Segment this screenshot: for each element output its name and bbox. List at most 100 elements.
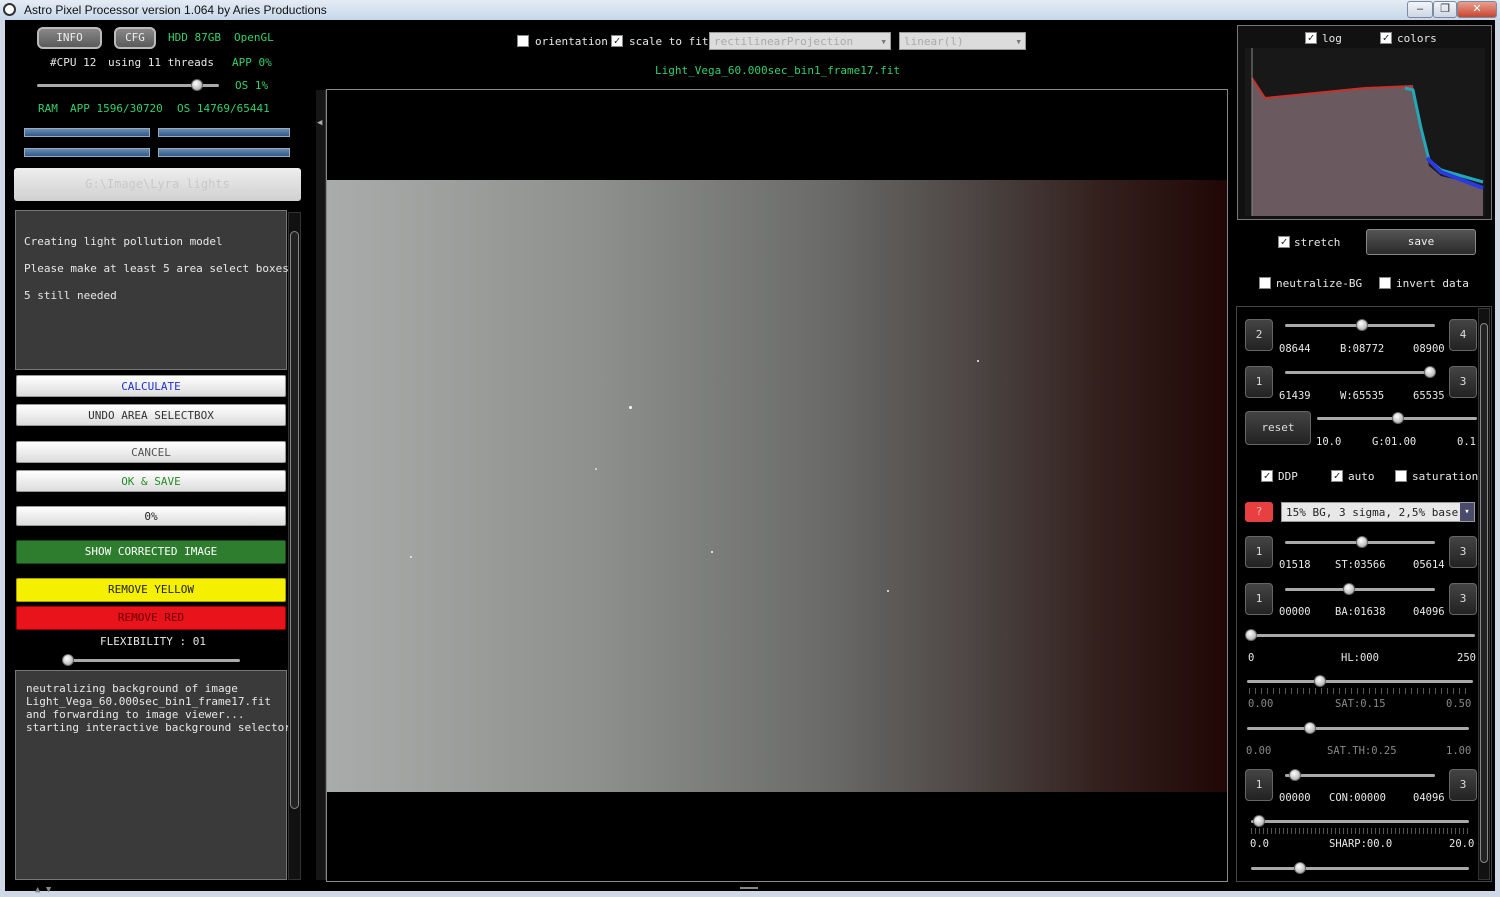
remove-red-button[interactable]: REMOVE RED — [16, 606, 286, 630]
viewer-resize-handle[interactable] — [740, 887, 758, 889]
hl-slider-knob[interactable] — [1245, 629, 1257, 641]
maximize-button[interactable]: ❐ — [1433, 1, 1457, 18]
preset-help-button[interactable]: ? — [1245, 502, 1273, 522]
sat-slider-knob[interactable] — [1314, 675, 1326, 687]
sharp-max: 20.0 — [1449, 838, 1475, 850]
show-corrected-button[interactable]: SHOW CORRECTED IMAGE — [16, 540, 286, 564]
log-checkbox[interactable]: ✓ — [1305, 32, 1317, 44]
image-viewer[interactable] — [326, 89, 1228, 882]
message-line: Please make at least 5 area select boxes — [24, 262, 289, 275]
load-bar — [158, 128, 290, 137]
collapse-left-icon[interactable]: ◀ — [317, 118, 322, 128]
w-increment-button[interactable]: 3 — [1449, 366, 1477, 398]
sat-slider[interactable] — [1247, 680, 1473, 683]
minimize-button[interactable]: – — [1407, 1, 1433, 18]
projection-select[interactable]: rectilinearProjection ▾ — [709, 32, 891, 50]
scale-to-fit-checkbox[interactable]: ✓ — [611, 35, 623, 47]
st-increment-button[interactable]: 3 — [1449, 536, 1477, 568]
undo-selectbox-button[interactable]: UNDO AREA SELECTBOX — [16, 404, 286, 426]
extra-slider[interactable] — [1251, 867, 1469, 870]
left-scrollbar[interactable] — [288, 212, 301, 880]
ba-slider-knob[interactable] — [1343, 583, 1355, 595]
stretch-checkbox[interactable]: ✓ — [1278, 236, 1290, 248]
reset-button[interactable]: reset — [1245, 411, 1311, 445]
con-value: CON:00000 — [1329, 792, 1386, 804]
g-slider-knob[interactable] — [1392, 412, 1404, 424]
flexibility-slider[interactable] — [63, 659, 240, 662]
collapse-arrows-icon[interactable]: ▲ ▼ — [35, 885, 51, 895]
sharp-min: 0.0 — [1250, 838, 1269, 850]
sat-th-slider-knob[interactable] — [1304, 722, 1316, 734]
neutralize-bg-checkbox[interactable] — [1259, 277, 1271, 289]
ok-save-button[interactable]: OK & SAVE — [16, 470, 286, 492]
cpu-count: #CPU 12 — [50, 56, 97, 69]
orientation-checkbox[interactable] — [517, 35, 529, 47]
ba-increment-button[interactable]: 3 — [1449, 583, 1477, 615]
sat-min: 0.00 — [1248, 698, 1274, 710]
ddp-preset-select[interactable]: 15% BG, 3 sigma, 2,5% base ▾ — [1281, 502, 1475, 522]
auto-label: auto — [1348, 470, 1375, 483]
con-slider-knob[interactable] — [1289, 769, 1301, 781]
viewer-splitter[interactable]: ◀ — [316, 90, 326, 880]
right-scrollbar[interactable] — [1478, 308, 1490, 880]
con-decrement-button[interactable]: 1 — [1245, 769, 1273, 801]
title-bar: Astro Pixel Processor version 1.064 by A… — [0, 0, 1500, 20]
scale-to-fit-label: scale to fit — [629, 35, 709, 48]
stretch-label: stretch — [1294, 236, 1341, 249]
sat-max: 0.50 — [1446, 698, 1472, 710]
sat-th-min: 0.00 — [1246, 745, 1272, 757]
b-decrement-button[interactable]: 2 — [1245, 319, 1273, 351]
auto-checkbox[interactable]: ✓ — [1331, 470, 1343, 482]
st-slider-knob[interactable] — [1356, 536, 1368, 548]
hl-value: HL:000 — [1341, 652, 1379, 664]
sharp-slider[interactable] — [1251, 820, 1469, 823]
saturation-label: saturation — [1412, 470, 1479, 483]
st-decrement-button[interactable]: 1 — [1245, 536, 1273, 568]
tab-info[interactable]: INFO — [37, 27, 102, 49]
histogram-panel: ✓ log ✓ colors — [1237, 25, 1492, 220]
scroll-thumb[interactable] — [290, 231, 299, 809]
threads-label: using 11 threads — [108, 56, 214, 69]
flexibility-slider-knob[interactable] — [62, 654, 74, 666]
hl-slider[interactable] — [1247, 634, 1475, 637]
sat-th-slider[interactable] — [1247, 727, 1469, 730]
remove-yellow-button[interactable]: REMOVE YELLOW — [16, 578, 286, 602]
hl-min: 0 — [1248, 652, 1255, 664]
colors-checkbox[interactable]: ✓ — [1380, 32, 1392, 44]
star — [711, 551, 713, 553]
con-increment-button[interactable]: 3 — [1449, 769, 1477, 801]
stretch-mode-select[interactable]: linear(l) ▾ — [899, 32, 1026, 50]
b-increment-button[interactable]: 4 — [1449, 319, 1477, 351]
w-slider[interactable] — [1285, 371, 1435, 374]
w-decrement-button[interactable]: 1 — [1245, 366, 1273, 398]
con-slider[interactable] — [1285, 774, 1435, 777]
log-line: neutralizing background of image — [26, 682, 238, 695]
sat-value: SAT:0.15 — [1335, 698, 1386, 710]
ba-slider[interactable] — [1285, 588, 1435, 591]
close-button[interactable]: ✕ — [1457, 1, 1497, 18]
w-slider-knob[interactable] — [1424, 366, 1436, 378]
b-slider-knob[interactable] — [1356, 319, 1368, 331]
save-button[interactable]: save — [1366, 229, 1476, 255]
tab-cfg[interactable]: CFG — [114, 27, 156, 49]
cancel-button[interactable]: CANCEL — [16, 441, 286, 463]
saturation-checkbox[interactable] — [1395, 470, 1407, 482]
sharp-slider-knob[interactable] — [1253, 815, 1265, 827]
ddp-checkbox[interactable]: ✓ — [1261, 470, 1273, 482]
ba-decrement-button[interactable]: 1 — [1245, 583, 1273, 615]
g-max: 0.1 — [1457, 436, 1476, 448]
sharp-ticks — [1251, 828, 1469, 834]
w-max: 65535 — [1413, 390, 1445, 402]
ram-os: OS 14769/65441 — [177, 102, 270, 115]
path-field[interactable]: G:\Image\Lyra lights — [14, 168, 301, 201]
st-max: 05614 — [1413, 559, 1445, 571]
scroll-thumb[interactable] — [1480, 323, 1488, 863]
load-bar — [24, 128, 150, 137]
extra-slider-knob[interactable] — [1294, 862, 1306, 874]
chevron-down-icon: ▾ — [880, 35, 887, 48]
invert-data-checkbox[interactable] — [1379, 277, 1391, 289]
threads-slider-knob[interactable] — [191, 79, 203, 91]
astro-image[interactable] — [327, 180, 1227, 792]
calculate-button[interactable]: CALCULATE — [16, 375, 286, 397]
app-cpu: APP 0% — [232, 56, 272, 69]
